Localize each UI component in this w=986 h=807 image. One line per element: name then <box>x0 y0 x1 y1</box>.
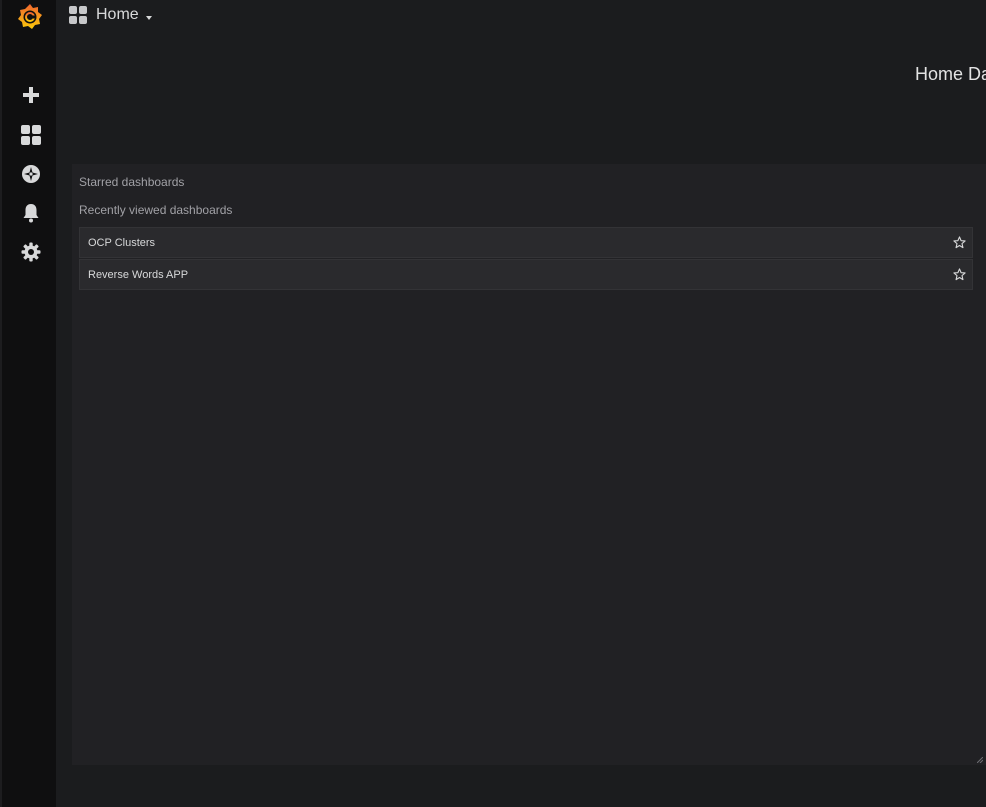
star-icon[interactable] <box>953 236 966 249</box>
list-item[interactable]: OCP Clusters <box>79 227 973 258</box>
top-navbar: Home <box>56 0 986 34</box>
dashboard-title: Home <box>96 6 139 23</box>
list-item[interactable]: Reverse Words APP <box>79 259 973 290</box>
gear-icon[interactable] <box>19 240 43 264</box>
bell-icon[interactable] <box>19 201 43 225</box>
recent-dashboards-heading: Recently viewed dashboards <box>79 203 233 217</box>
grafana-logo-icon[interactable] <box>15 2 45 32</box>
dashboard-list-panel: Starred dashboards Recently viewed dashb… <box>72 164 986 765</box>
panel-resize-handle[interactable] <box>977 757 983 763</box>
starred-dashboards-heading: Starred dashboards <box>79 175 185 189</box>
star-icon[interactable] <box>953 268 966 281</box>
plus-icon[interactable] <box>19 83 43 107</box>
dashboard-link[interactable]: OCP Clusters <box>88 237 155 249</box>
dashboards-grid-icon[interactable] <box>19 123 43 147</box>
dashboard-link[interactable]: Reverse Words APP <box>88 269 188 281</box>
caret-down-icon <box>145 15 152 20</box>
main-content: Home Home Da Starred dashboards Recently… <box>56 0 986 807</box>
dashboard-picker-button[interactable]: Home <box>68 5 152 25</box>
explore-compass-icon[interactable] <box>19 162 43 186</box>
side-menu <box>0 0 56 807</box>
dashboard-grid-icon <box>69 6 87 24</box>
home-dashboard-heading: Home Da <box>915 64 986 84</box>
